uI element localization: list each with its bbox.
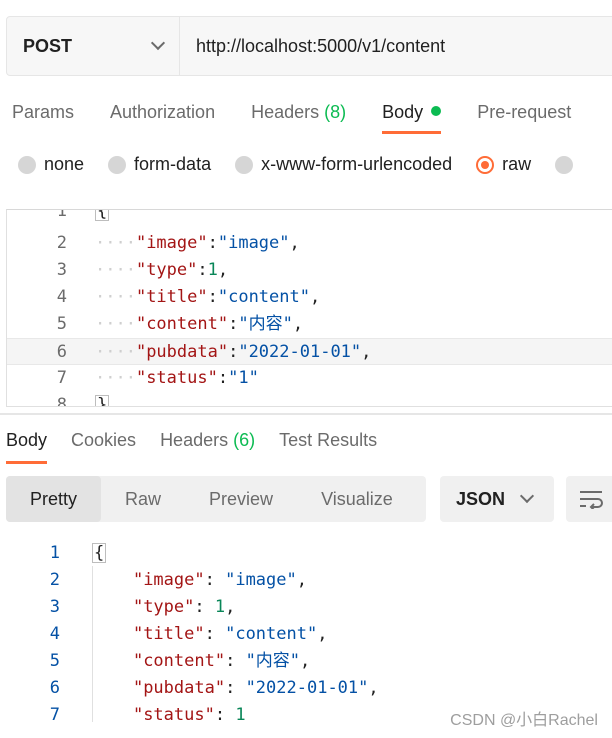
- radio-icon: [555, 155, 574, 174]
- tab-response-body[interactable]: Body: [6, 428, 48, 464]
- method-select[interactable]: POST: [7, 17, 180, 75]
- radio-selected-icon: [476, 155, 495, 174]
- radio-more[interactable]: [555, 155, 581, 174]
- tab-params[interactable]: Params: [12, 98, 74, 134]
- tab-test-results[interactable]: Test Results: [279, 428, 377, 464]
- tab-body[interactable]: Body: [382, 98, 442, 134]
- body-type-radios: none form-data x-www-form-urlencoded raw: [18, 154, 605, 175]
- response-headers-count: (6): [233, 430, 256, 450]
- chevron-down-icon: [519, 488, 535, 504]
- tab-cookies[interactable]: Cookies: [71, 428, 136, 464]
- view-visualize-button[interactable]: Visualize: [297, 476, 417, 522]
- code-line: 4 ····"title":"content",: [56, 287, 321, 307]
- radio-raw[interactable]: raw: [476, 154, 531, 175]
- code-line: 6 "pubdata": "2022-01-01",: [49, 678, 379, 698]
- radio-icon: [235, 155, 254, 174]
- chevron-down-icon: [150, 35, 166, 51]
- code-line: 1{: [49, 543, 107, 563]
- tab-response-headers[interactable]: Headers (6): [160, 428, 255, 464]
- radio-icon: [18, 155, 36, 174]
- view-raw-button[interactable]: Raw: [101, 476, 185, 522]
- wrap-lines-icon: [580, 491, 603, 509]
- method-label: POST: [23, 35, 73, 56]
- wrap-lines-button[interactable]: [566, 476, 612, 522]
- headers-count: (8): [324, 102, 347, 122]
- view-pretty-button[interactable]: Pretty: [6, 476, 102, 522]
- watermark: CSDN @小白Rachel: [450, 712, 598, 729]
- code-line: 5 "content": "内容",: [49, 651, 311, 671]
- tab-pre-request[interactable]: Pre-request: [477, 98, 571, 134]
- code-line: 1{: [7, 210, 612, 225]
- radio-x-www-form-urlencoded[interactable]: x-www-form-urlencoded: [235, 154, 452, 175]
- radio-icon: [108, 155, 127, 174]
- response-tabs: Body Cookies Headers (6) Test Results: [6, 428, 401, 464]
- status-dot-icon: [431, 106, 442, 116]
- request-body-editor[interactable]: 1{ 2 ····"image":"image", 3 ····"type":1, …: [6, 209, 612, 407]
- format-select[interactable]: JSON: [440, 476, 554, 522]
- code-line-active: 6 ····"pubdata":"2022-01-01",: [7, 338, 612, 365]
- tab-headers[interactable]: Headers (8): [251, 98, 346, 134]
- view-preview-button[interactable]: Preview: [185, 476, 297, 522]
- url-input[interactable]: http://localhost:5000/v1/content: [180, 17, 445, 75]
- code-line: 5 ····"content":"内容",: [56, 314, 304, 334]
- request-tabs: Params Authorization Headers (8) Body Pr…: [12, 98, 607, 134]
- code-line: 2 "image": "image",: [49, 570, 307, 590]
- radio-form-data[interactable]: form-data: [108, 154, 211, 175]
- view-mode-segmented: Pretty Raw Preview Visualize: [6, 476, 426, 522]
- code-line: 7 ····"status":"1": [56, 368, 259, 388]
- code-line: 3 ····"type":1,: [56, 260, 229, 280]
- tab-authorization[interactable]: Authorization: [110, 98, 215, 134]
- format-label: JSON: [456, 488, 506, 509]
- code-line: 4 "title": "content",: [49, 624, 328, 644]
- code-line: 3 "type": 1,: [49, 597, 236, 617]
- radio-none[interactable]: none: [18, 154, 84, 175]
- url-bar: POST http://localhost:5000/v1/content: [6, 16, 612, 76]
- code-line: 8}: [7, 392, 612, 406]
- code-line: 2 ····"image":"image",: [56, 233, 300, 253]
- pane-divider[interactable]: [0, 413, 612, 415]
